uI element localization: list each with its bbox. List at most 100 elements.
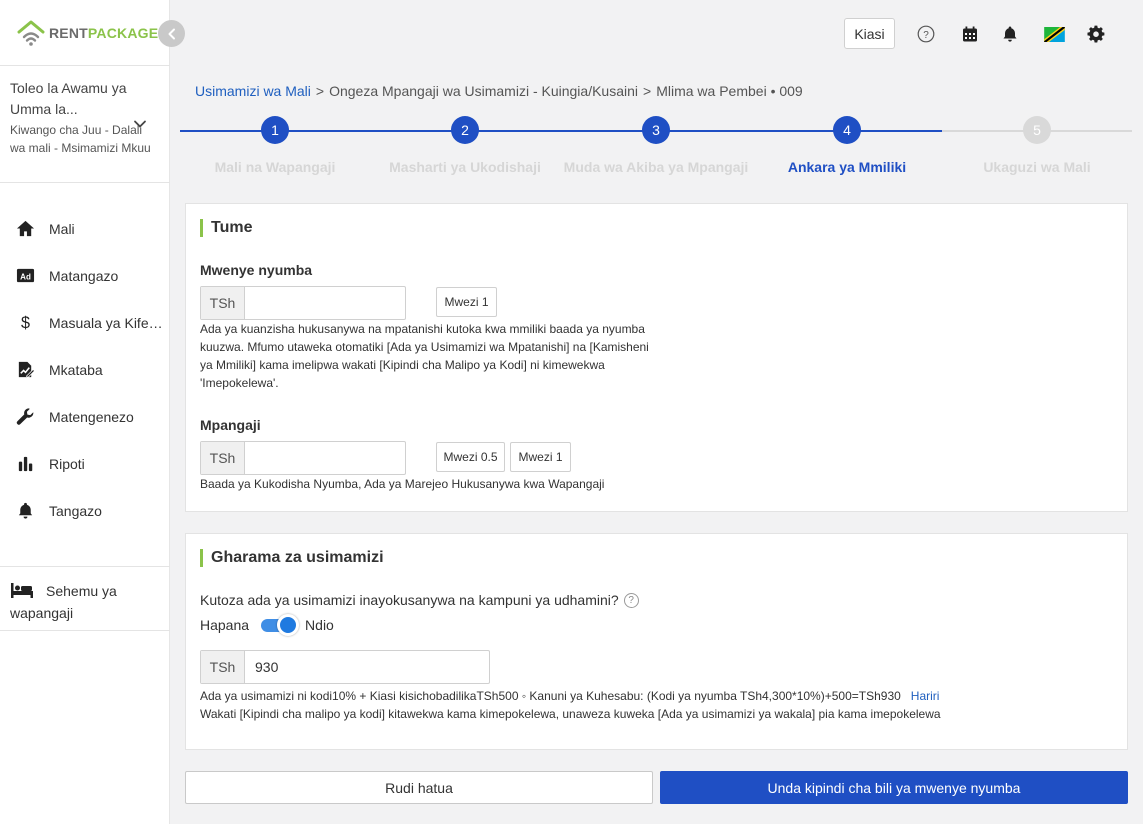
edit-formula-link[interactable]: Hariri (911, 689, 940, 703)
tenant-commission-input-group: TSh (200, 441, 406, 475)
step-number: 4 (833, 116, 861, 144)
breadcrumb-current: Mlima wa Pembei • 009 (656, 83, 803, 99)
management-fee-note: Wakati [Kipindi cha malipo ya kodi] kita… (200, 707, 941, 721)
step-2[interactable]: 2 Masharti ya Ukodishaji (370, 116, 560, 175)
step-label: Muda wa Akiba ya Mpangaji (563, 159, 749, 175)
divider (0, 182, 170, 183)
step-1[interactable]: 1 Mali na Wapangaji (180, 116, 370, 175)
sidebar-item-label: Mkataba (49, 361, 103, 378)
breadcrumb-middle: Ongeza Mpangaji wa Usimamizi - Kuingia/K… (329, 83, 639, 99)
breadcrumb: Usimamizi wa Mali > Ongeza Mpangaji wa Usi… (195, 83, 803, 99)
logo-rent: RENT (49, 25, 88, 41)
management-fee-formula: Ada ya usimamizi ni kodi10% + Kiasi kisi… (200, 687, 941, 723)
step-number: 1 (261, 116, 289, 144)
landlord-label: Mwenye nyumba (200, 262, 313, 278)
sidebar-item-label: Matangazo (49, 267, 119, 284)
step-number: 3 (642, 116, 670, 144)
account-name: Toleo la Awamu ya Umma la... (10, 80, 127, 117)
tenant-section-label: Sehemu ya wapangaji (10, 583, 117, 621)
sidebar-menu: Mali Ad Matangazo $ Masuala ya Kifedha M… (0, 205, 170, 534)
chevron-left-icon (168, 28, 175, 39)
step-label: Ankara ya Mmiliki (787, 159, 907, 175)
calendar-icon[interactable] (960, 24, 980, 44)
landlord-commission-input[interactable] (245, 287, 405, 319)
step-number: 5 (1023, 116, 1051, 144)
help-icon[interactable]: ? (916, 24, 936, 44)
home-icon (15, 219, 35, 239)
topbar: Kiasi ? (170, 0, 1143, 66)
step-5[interactable]: 5 Ukaguzi wa Mali (942, 116, 1132, 175)
logo[interactable]: RENTPACKAGE (16, 18, 158, 48)
management-fee-question: Kutoza ada ya usimamizi inayokusanywa na… (200, 592, 639, 608)
svg-text:$: $ (21, 314, 30, 332)
card-title: Gharama za usimamizi (200, 549, 384, 567)
commission-card: Tume Mwenye nyumba TSh Mwezi 1 Ada ya ku… (185, 203, 1128, 512)
kiasi-button[interactable]: Kiasi (844, 18, 895, 49)
dollar-icon: $ (15, 313, 35, 333)
sidebar-item-label: Matengenezo (49, 408, 134, 425)
management-fee-toggle[interactable] (261, 614, 300, 636)
currency-addon: TSh (201, 287, 245, 319)
tenant-commission-input[interactable] (245, 442, 405, 474)
sidebar-item-label: Mali (49, 220, 75, 237)
formula-text: Ada ya usimamizi ni kodi10% + Kiasi kisi… (200, 689, 901, 703)
sidebar-item-matangazo[interactable]: Ad Matangazo (0, 252, 170, 299)
breadcrumb-separator: > (315, 83, 325, 99)
sidebar-item-mali[interactable]: Mali (0, 205, 170, 252)
breadcrumb-root[interactable]: Usimamizi wa Mali (195, 83, 311, 99)
stepper: 1 Mali na Wapangaji 2 Masharti ya Ukodis… (180, 116, 1132, 182)
settings-gear-icon[interactable] (1086, 24, 1106, 44)
svg-text:?: ? (923, 30, 929, 41)
chevron-down-icon[interactable] (132, 116, 148, 132)
logo-wifi-house-icon (17, 20, 45, 46)
landlord-help-text: Ada ya kuanzisha hukusanywa na mpatanish… (200, 322, 649, 390)
tenant-help-text: Baada ya Kukodisha Nyumba, Ada ya Mareje… (200, 477, 605, 491)
tenant-chip-1-month[interactable]: Mwezi 1 (510, 442, 571, 472)
logo-text: RENTPACKAGE (49, 25, 158, 41)
management-fee-input-group: TSh (200, 650, 490, 684)
collapse-sidebar-button[interactable] (158, 20, 185, 47)
question-help-icon[interactable]: ? (623, 592, 639, 608)
logo-package: PACKAGE (87, 25, 159, 41)
contract-icon (15, 360, 35, 380)
currency-addon: TSh (201, 442, 245, 474)
card-title: Tume (200, 219, 252, 237)
sidebar-item-mkataba[interactable]: Mkataba (0, 346, 170, 393)
question-text: Kutoza ada ya usimamizi inayokusanywa na… (200, 592, 619, 608)
tenant-chip-half-month[interactable]: Mwezi 0.5 (436, 442, 505, 472)
bar-chart-icon (15, 454, 35, 474)
landlord-chip-1-month[interactable]: Mwezi 1 (436, 287, 497, 317)
divider (0, 630, 170, 631)
step-number: 2 (451, 116, 479, 144)
management-fee-card: Gharama za usimamizi Kutoza ada ya usima… (185, 533, 1128, 750)
sidebar-tenant-section[interactable]: Sehemu ya wapangaji (10, 580, 160, 624)
breadcrumb-separator: > (643, 83, 652, 99)
ad-icon: Ad (15, 266, 35, 286)
sidebar-item-matengenezo[interactable]: Matengenezo (0, 393, 170, 440)
management-fee-input[interactable] (245, 651, 489, 683)
sidebar-item-label: Masuala ya Kifedha (49, 314, 169, 331)
tanzania-flag-icon[interactable] (1043, 24, 1065, 44)
step-label: Masharti ya Ukodishaji (389, 159, 541, 175)
divider (0, 566, 170, 567)
toggle-knob (277, 614, 300, 636)
toggle-on-label: Ndio (305, 617, 334, 633)
tenant-label: Mpangaji (200, 417, 261, 433)
wrench-icon (15, 407, 35, 427)
landlord-commission-input-group: TSh (200, 286, 406, 320)
step-3[interactable]: 3 Muda wa Akiba ya Mpangaji (561, 116, 751, 175)
bed-icon (11, 583, 33, 598)
step-label: Mali na Wapangaji (214, 159, 336, 175)
management-fee-toggle-row: Hapana Ndio (200, 614, 334, 636)
svg-text:Ad: Ad (20, 272, 31, 281)
sidebar-item-ripoti[interactable]: Ripoti (0, 440, 170, 487)
currency-addon: TSh (201, 651, 245, 683)
sidebar-item-label: Ripoti (49, 455, 85, 472)
create-landlord-bill-button[interactable]: Unda kipindi cha bili ya mwenye nyumba (660, 771, 1128, 804)
step-label: Ukaguzi wa Mali (983, 159, 1091, 175)
notification-bell-icon[interactable] (1000, 24, 1020, 44)
step-4[interactable]: 4 Ankara ya Mmiliki (752, 116, 942, 175)
sidebar-item-finance[interactable]: $ Masuala ya Kifedha (0, 299, 170, 346)
back-button[interactable]: Rudi hatua (185, 771, 653, 804)
sidebar-item-tangazo[interactable]: Tangazo (0, 487, 170, 534)
